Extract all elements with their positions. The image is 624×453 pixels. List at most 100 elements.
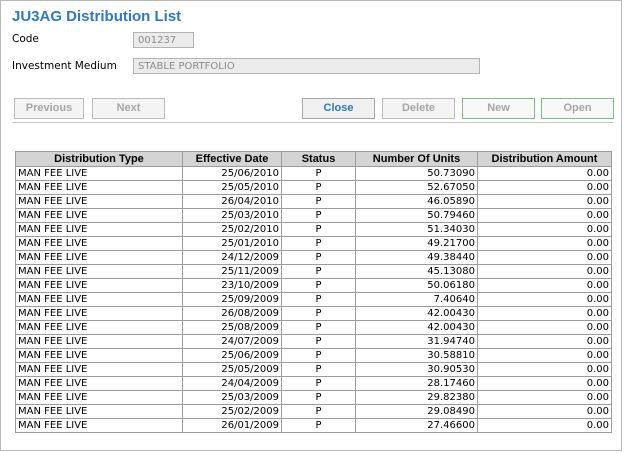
- cell-distribution-amount: 0.00: [477, 376, 612, 391]
- cell-effective-date: 25/03/2010: [182, 208, 282, 223]
- cell-status: P: [281, 264, 356, 279]
- column-header-distribution-type[interactable]: Distribution Type: [15, 151, 183, 167]
- table-row[interactable]: MAN FEE LIVE 25/01/2010 P 49.21700 0.00: [15, 236, 612, 251]
- cell-distribution-amount: 0.00: [477, 250, 612, 265]
- cell-status: P: [281, 376, 356, 391]
- cell-status: P: [281, 418, 356, 433]
- next-button[interactable]: Next: [92, 98, 165, 119]
- cell-status: P: [281, 390, 356, 405]
- cell-distribution-type: MAN FEE LIVE: [15, 404, 183, 419]
- cell-distribution-type: MAN FEE LIVE: [15, 180, 183, 195]
- table-row[interactable]: MAN FEE LIVE 24/07/2009 P 31.94740 0.00: [15, 334, 612, 349]
- cell-status: P: [281, 320, 356, 335]
- cell-status: P: [281, 404, 356, 419]
- table-row[interactable]: MAN FEE LIVE 25/03/2010 P 50.79460 0.00: [15, 208, 612, 223]
- column-header-number-of-units[interactable]: Number Of Units: [355, 151, 478, 167]
- table-row[interactable]: MAN FEE LIVE 25/03/2009 P 29.82380 0.00: [15, 390, 612, 405]
- cell-distribution-amount: 0.00: [477, 334, 612, 349]
- cell-number-of-units: 49.38440: [355, 250, 478, 265]
- cell-effective-date: 25/06/2009: [182, 348, 282, 363]
- cell-effective-date: 25/05/2009: [182, 362, 282, 377]
- investment-medium-field[interactable]: STABLE PORTFOLIO: [133, 58, 480, 74]
- cell-distribution-type: MAN FEE LIVE: [15, 264, 183, 279]
- table-row[interactable]: MAN FEE LIVE 25/09/2009 P 7.40640 0.00: [15, 292, 612, 307]
- new-button[interactable]: New: [462, 98, 535, 119]
- cell-number-of-units: 42.00430: [355, 306, 478, 321]
- table-row[interactable]: MAN FEE LIVE 25/08/2009 P 42.00430 0.00: [15, 320, 612, 335]
- cell-status: P: [281, 250, 356, 265]
- cell-distribution-amount: 0.00: [477, 166, 612, 181]
- cell-number-of-units: 50.73090: [355, 166, 478, 181]
- table-row[interactable]: MAN FEE LIVE 24/12/2009 P 49.38440 0.00: [15, 250, 612, 265]
- cell-effective-date: 26/08/2009: [182, 306, 282, 321]
- cell-number-of-units: 28.17460: [355, 376, 478, 391]
- cell-effective-date: 24/12/2009: [182, 250, 282, 265]
- delete-button[interactable]: Delete: [382, 98, 455, 119]
- cell-distribution-type: MAN FEE LIVE: [15, 390, 183, 405]
- open-button[interactable]: Open: [541, 98, 614, 119]
- cell-distribution-amount: 0.00: [477, 292, 612, 307]
- cell-effective-date: 24/07/2009: [182, 334, 282, 349]
- column-header-status[interactable]: Status: [281, 151, 356, 167]
- cell-distribution-amount: 0.00: [477, 390, 612, 405]
- page-title: JU3AG Distribution List: [12, 8, 182, 25]
- table-row[interactable]: MAN FEE LIVE 25/02/2010 P 51.34030 0.00: [15, 222, 612, 237]
- code-field[interactable]: 001237: [133, 32, 194, 48]
- cell-distribution-type: MAN FEE LIVE: [15, 348, 183, 363]
- cell-effective-date: 25/11/2009: [182, 264, 282, 279]
- table-row[interactable]: MAN FEE LIVE 26/04/2010 P 46.05890 0.00: [15, 194, 612, 209]
- table-row[interactable]: MAN FEE LIVE 25/05/2009 P 30.90530 0.00: [15, 362, 612, 377]
- cell-number-of-units: 50.06180: [355, 278, 478, 293]
- table-row[interactable]: MAN FEE LIVE 23/10/2009 P 50.06180 0.00: [15, 278, 612, 293]
- cell-distribution-amount: 0.00: [477, 180, 612, 195]
- cell-effective-date: 25/06/2010: [182, 166, 282, 181]
- cell-effective-date: 26/04/2010: [182, 194, 282, 209]
- cell-number-of-units: 27.46600: [355, 418, 478, 433]
- cell-effective-date: 26/01/2009: [182, 418, 282, 433]
- table-header-row: Distribution Type Effective Date Status …: [15, 151, 612, 167]
- table-row[interactable]: MAN FEE LIVE 26/01/2009 P 27.46600 0.00: [15, 418, 612, 433]
- cell-distribution-type: MAN FEE LIVE: [15, 194, 183, 209]
- previous-button[interactable]: Previous: [14, 98, 84, 119]
- cell-distribution-type: MAN FEE LIVE: [15, 278, 183, 293]
- investment-medium-label: Investment Medium: [12, 60, 117, 72]
- cell-distribution-type: MAN FEE LIVE: [15, 320, 183, 335]
- cell-distribution-type: MAN FEE LIVE: [15, 306, 183, 321]
- code-label: Code: [12, 33, 39, 45]
- cell-distribution-type: MAN FEE LIVE: [15, 418, 183, 433]
- cell-distribution-type: MAN FEE LIVE: [15, 166, 183, 181]
- cell-number-of-units: 30.90530: [355, 362, 478, 377]
- cell-effective-date: 24/04/2009: [182, 376, 282, 391]
- cell-distribution-amount: 0.00: [477, 306, 612, 321]
- cell-effective-date: 25/02/2010: [182, 222, 282, 237]
- table-row[interactable]: MAN FEE LIVE 25/02/2009 P 29.08490 0.00: [15, 404, 612, 419]
- cell-distribution-type: MAN FEE LIVE: [15, 376, 183, 391]
- table-row[interactable]: MAN FEE LIVE 25/05/2010 P 52.67050 0.00: [15, 180, 612, 195]
- table-row[interactable]: MAN FEE LIVE 25/06/2010 P 50.73090 0.00: [15, 166, 612, 181]
- cell-effective-date: 25/09/2009: [182, 292, 282, 307]
- cell-effective-date: 25/01/2010: [182, 236, 282, 251]
- table-row[interactable]: MAN FEE LIVE 26/08/2009 P 42.00430 0.00: [15, 306, 612, 321]
- cell-distribution-amount: 0.00: [477, 222, 612, 237]
- cell-effective-date: 25/05/2010: [182, 180, 282, 195]
- cell-number-of-units: 29.82380: [355, 390, 478, 405]
- cell-effective-date: 25/02/2009: [182, 404, 282, 419]
- cell-number-of-units: 46.05890: [355, 194, 478, 209]
- cell-status: P: [281, 292, 356, 307]
- table-row[interactable]: MAN FEE LIVE 25/11/2009 P 45.13080 0.00: [15, 264, 612, 279]
- cell-distribution-amount: 0.00: [477, 264, 612, 279]
- toolbar-divider: [12, 122, 614, 123]
- column-header-effective-date[interactable]: Effective Date: [182, 151, 282, 167]
- cell-status: P: [281, 166, 356, 181]
- cell-distribution-amount: 0.00: [477, 194, 612, 209]
- cell-number-of-units: 45.13080: [355, 264, 478, 279]
- distribution-table: Distribution Type Effective Date Status …: [15, 151, 612, 433]
- table-row[interactable]: MAN FEE LIVE 25/06/2009 P 30.58810 0.00: [15, 348, 612, 363]
- cell-number-of-units: 42.00430: [355, 320, 478, 335]
- column-header-distribution-amount[interactable]: Distribution Amount: [477, 151, 612, 167]
- close-button[interactable]: Close: [302, 98, 375, 119]
- cell-distribution-amount: 0.00: [477, 348, 612, 363]
- table-row[interactable]: MAN FEE LIVE 24/04/2009 P 28.17460 0.00: [15, 376, 612, 391]
- cell-distribution-amount: 0.00: [477, 362, 612, 377]
- cell-effective-date: 25/03/2009: [182, 390, 282, 405]
